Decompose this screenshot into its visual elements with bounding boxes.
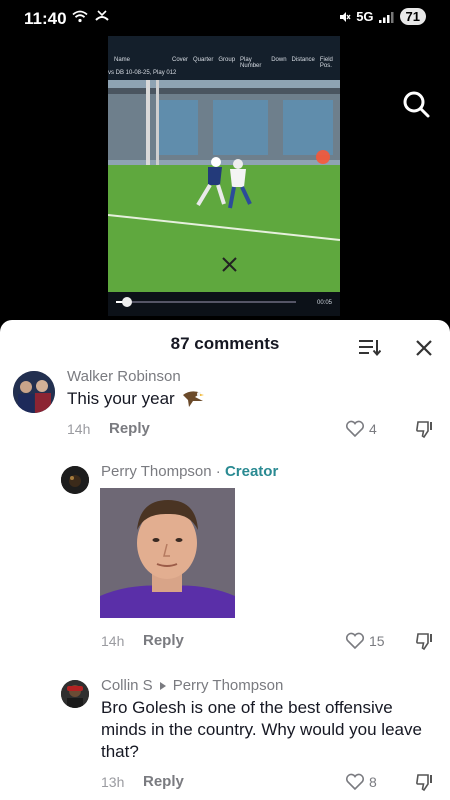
football-practice-scene bbox=[108, 80, 340, 292]
reply-button[interactable]: Reply bbox=[143, 632, 184, 649]
video-header-column: Quarter bbox=[193, 57, 214, 63]
comments-count-title: 87 comments bbox=[170, 334, 280, 353]
dislike-icon[interactable] bbox=[414, 771, 436, 793]
status-time: 11:40 bbox=[24, 9, 67, 28]
video-header-column: Distance bbox=[291, 57, 315, 63]
video-overlay-header: Name Cover Quarter Group Play Number Dow… bbox=[108, 36, 340, 80]
comment-time: 14h bbox=[67, 421, 91, 437]
video-progress-bar[interactable] bbox=[116, 301, 296, 303]
reply-arrow-icon bbox=[159, 681, 166, 690]
wifi-icon bbox=[72, 10, 88, 23]
creator-badge: Creator bbox=[224, 463, 279, 480]
portrait-image bbox=[100, 488, 235, 618]
status-right: 5G 71 bbox=[339, 8, 426, 25]
search-icon[interactable] bbox=[400, 88, 432, 120]
comment-author-line: Collin S Perry Thompson bbox=[101, 677, 283, 694]
avatar[interactable] bbox=[13, 371, 55, 413]
video-controls: 00:05 bbox=[108, 292, 340, 316]
like-button[interactable]: 15 bbox=[345, 632, 385, 650]
dislike-icon[interactable] bbox=[414, 630, 436, 652]
comment-author[interactable]: Perry Thompson bbox=[101, 463, 212, 480]
avatar[interactable] bbox=[61, 466, 89, 494]
video-header-column: Field Pos. bbox=[319, 57, 333, 69]
video-header-columns: Cover Quarter Group Play Number Down Dis… bbox=[172, 57, 340, 69]
comment-author[interactable]: Walker Robinson bbox=[67, 368, 181, 385]
signal-icon bbox=[378, 11, 394, 23]
sort-icon[interactable] bbox=[357, 336, 381, 358]
battery-indicator: 71 bbox=[399, 8, 426, 25]
comment-author-line: Perry Thompson · Creator bbox=[101, 463, 278, 480]
like-count: 4 bbox=[369, 421, 377, 437]
eagle-emoji bbox=[182, 391, 204, 407]
like-count: 8 bbox=[369, 774, 377, 790]
comment-time: 13h bbox=[101, 774, 125, 790]
heart-icon bbox=[345, 632, 365, 650]
avatar-photo bbox=[61, 466, 89, 494]
missed-call-icon bbox=[95, 10, 109, 21]
avatar-photo bbox=[61, 680, 89, 708]
comment-text-content: This your year bbox=[67, 389, 175, 408]
comment-author[interactable]: Collin S bbox=[101, 677, 153, 694]
comment-time: 14h bbox=[101, 633, 125, 649]
avatar-photo bbox=[13, 371, 55, 413]
network-type: 5G bbox=[356, 9, 374, 24]
video-header-name: Name bbox=[114, 57, 131, 63]
author-separator: · bbox=[215, 463, 221, 480]
like-button[interactable]: 8 bbox=[345, 773, 377, 791]
video-header-column: Cover bbox=[172, 57, 189, 63]
video-header-column: Play Number bbox=[240, 57, 262, 69]
status-bar: 11:40 5G 71 bbox=[0, 0, 450, 36]
video-player[interactable]: Name Cover Quarter Group Play Number Dow… bbox=[0, 36, 450, 320]
like-count: 15 bbox=[369, 633, 385, 649]
reply-button[interactable]: Reply bbox=[109, 420, 150, 437]
video-frame[interactable]: Name Cover Quarter Group Play Number Dow… bbox=[108, 36, 340, 316]
video-timestamp: 00:05 bbox=[316, 300, 332, 306]
like-button[interactable]: 4 bbox=[345, 420, 377, 438]
video-header-subtitle: vs DB 10-08-25, Play 012 bbox=[108, 70, 177, 76]
reply-to-name[interactable]: Perry Thompson bbox=[173, 677, 284, 694]
mute-icon bbox=[340, 11, 351, 22]
video-header-column: Down bbox=[271, 57, 287, 63]
heart-icon bbox=[345, 773, 365, 791]
reply-button[interactable]: Reply bbox=[143, 773, 184, 790]
heart-icon bbox=[345, 420, 365, 438]
comment-text: This your year bbox=[67, 388, 205, 410]
video-scrub-handle[interactable] bbox=[121, 297, 132, 307]
status-left-icons bbox=[72, 10, 110, 23]
close-icon[interactable] bbox=[413, 337, 435, 359]
dislike-icon[interactable] bbox=[414, 418, 436, 440]
comments-sheet: 87 comments Walker Robinson This your ye… bbox=[0, 320, 450, 800]
comment-text: Bro Golesh is one of the best offensive … bbox=[101, 698, 422, 761]
video-header-column: Group bbox=[218, 57, 236, 63]
portrait-photo[interactable] bbox=[100, 488, 235, 618]
avatar[interactable] bbox=[61, 680, 89, 708]
